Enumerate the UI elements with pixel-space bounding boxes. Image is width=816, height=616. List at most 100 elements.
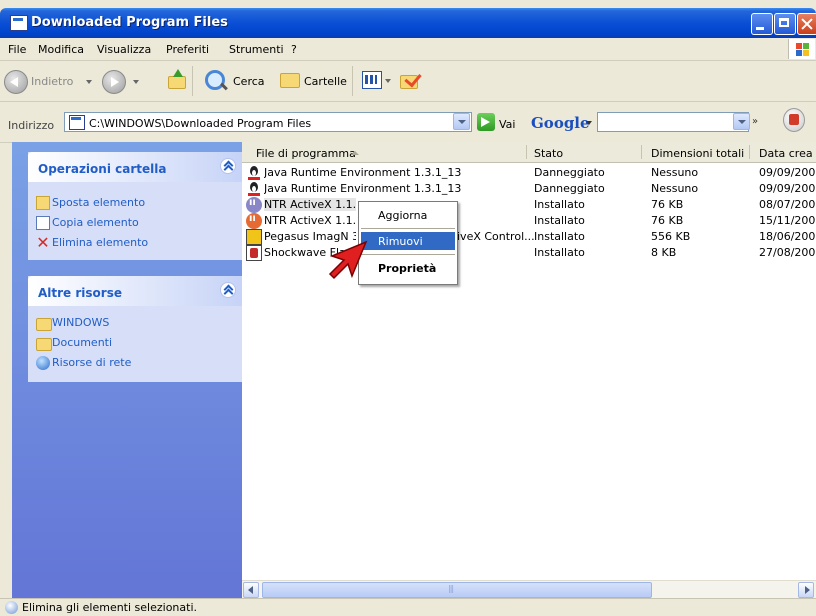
horizontal-scrollbar[interactable] bbox=[242, 580, 816, 599]
row-status: Installato bbox=[534, 198, 585, 211]
toolbar-separator bbox=[192, 66, 193, 96]
toolbar-overflow-icon[interactable]: » bbox=[752, 116, 758, 127]
scroll-thumb[interactable] bbox=[262, 582, 652, 598]
context-menu: Aggiorna Rimuovi Proprietà bbox=[358, 201, 458, 285]
window-title: Downloaded Program Files bbox=[31, 15, 228, 30]
google-input-dropdown-icon[interactable] bbox=[733, 113, 750, 130]
row-name: NTR ActiveX 1.1.4 bbox=[264, 198, 356, 211]
row-name: NTR ActiveX 1.1.6 bbox=[264, 214, 356, 227]
toolbar-extra-icon[interactable] bbox=[783, 108, 805, 132]
copy-icon bbox=[36, 216, 50, 230]
task-pane: Operazioni cartella Sposta elemento Copi… bbox=[12, 142, 244, 598]
task-move-item[interactable]: Sposta elemento bbox=[52, 196, 145, 209]
column-headers: File di programma Stato Dimensioni total… bbox=[242, 142, 816, 163]
minimize-button[interactable] bbox=[751, 13, 773, 35]
back-arrow-icon[interactable] bbox=[4, 70, 28, 94]
folder-check-icon[interactable] bbox=[400, 69, 422, 89]
views-dropdown-icon[interactable] bbox=[385, 79, 391, 83]
context-item-label: Proprietà bbox=[378, 262, 437, 275]
row-size: Nessuno bbox=[651, 166, 699, 179]
context-item-proprieta[interactable]: Proprietà bbox=[361, 259, 455, 277]
table-row[interactable]: NTR ActiveX 1.1.4 Installato 76 KB 08/07… bbox=[242, 197, 816, 213]
search-button[interactable]: Cerca bbox=[233, 75, 265, 88]
row-date: 08/07/200 bbox=[759, 198, 816, 211]
collapse-icon[interactable] bbox=[220, 282, 236, 298]
menu-strumenti[interactable]: Strumenti bbox=[229, 43, 284, 56]
google-search-input[interactable] bbox=[597, 112, 749, 132]
status-bar: Elimina gli elementi selezionati. bbox=[0, 598, 816, 616]
forward-arrow-icon[interactable] bbox=[102, 70, 126, 94]
toolbar-separator bbox=[352, 66, 353, 96]
address-label: Indirizzo bbox=[8, 119, 55, 132]
folders-button[interactable]: Cartelle bbox=[304, 75, 347, 88]
close-button[interactable] bbox=[797, 13, 816, 35]
google-logo[interactable]: Google bbox=[531, 114, 590, 132]
folder-up-icon[interactable] bbox=[166, 69, 186, 89]
row-date: 18/06/200 bbox=[759, 230, 816, 243]
shockwave-icon bbox=[246, 245, 262, 261]
back-dropdown-icon[interactable] bbox=[86, 80, 92, 84]
context-item-aggiorna[interactable]: Aggiorna bbox=[361, 206, 455, 224]
search-icon[interactable] bbox=[205, 70, 225, 90]
column-header-date[interactable]: Data crea bbox=[759, 147, 813, 160]
table-row[interactable]: Java Runtime Environment 1.3.1_13 Danneg… bbox=[242, 181, 816, 197]
back-button[interactable]: Indietro bbox=[31, 75, 73, 88]
task-copy-item[interactable]: Copia elemento bbox=[52, 216, 139, 229]
other-panel-header[interactable]: Altre risorse bbox=[28, 276, 244, 306]
ntr-activex-icon bbox=[246, 213, 262, 229]
column-header-name[interactable]: File di programma bbox=[256, 147, 356, 160]
maximize-button[interactable] bbox=[774, 13, 796, 35]
windows-logo-icon bbox=[788, 39, 815, 59]
row-status: Danneggiato bbox=[534, 166, 605, 179]
column-header-status[interactable]: Stato bbox=[534, 147, 563, 160]
address-dropdown-icon[interactable] bbox=[453, 113, 470, 130]
documents-folder-icon bbox=[36, 338, 52, 351]
row-size: 556 KB bbox=[651, 230, 691, 243]
address-field[interactable]: C:\WINDOWS\Downloaded Program Files bbox=[64, 112, 472, 132]
other-network-link[interactable]: Risorse di rete bbox=[52, 356, 131, 369]
address-path[interactable]: C:\WINDOWS\Downloaded Program Files bbox=[89, 117, 311, 130]
context-separator bbox=[361, 254, 455, 255]
other-documents-link[interactable]: Documenti bbox=[52, 336, 112, 349]
go-button[interactable]: Vai bbox=[499, 118, 515, 131]
forward-dropdown-icon[interactable] bbox=[133, 80, 139, 84]
sort-arrow-icon bbox=[351, 151, 359, 155]
menu-preferiti[interactable]: Preferiti bbox=[166, 43, 209, 56]
table-row[interactable]: Java Runtime Environment 1.3.1_13 Danneg… bbox=[242, 165, 816, 181]
google-dropdown-icon[interactable] bbox=[586, 121, 592, 125]
file-list[interactable]: File di programma Stato Dimensioni total… bbox=[242, 142, 816, 598]
views-icon[interactable] bbox=[362, 71, 382, 89]
other-panel-title[interactable]: Altre risorse bbox=[38, 286, 122, 300]
row-date: 27/08/200 bbox=[759, 246, 816, 259]
menu-file[interactable]: File bbox=[8, 43, 26, 56]
tasks-panel-title[interactable]: Operazioni cartella bbox=[38, 162, 166, 176]
status-text: Elimina gli elementi selezionati. bbox=[22, 601, 198, 614]
title-bar[interactable]: Downloaded Program Files bbox=[0, 8, 816, 38]
other-windows-link[interactable]: WINDOWS bbox=[52, 316, 109, 329]
context-item-rimuovi[interactable]: Rimuovi bbox=[361, 232, 455, 250]
collapse-icon[interactable] bbox=[220, 158, 236, 174]
table-row[interactable]: NTR ActiveX 1.1.6 Installato 76 KB 15/11… bbox=[242, 213, 816, 229]
delete-icon: ✕ bbox=[36, 233, 50, 252]
row-status: Danneggiato bbox=[534, 182, 605, 195]
scroll-right-icon[interactable] bbox=[798, 582, 814, 598]
row-name: Java Runtime Environment 1.3.1_13 bbox=[264, 166, 462, 179]
menu-visualizza[interactable]: Visualizza bbox=[97, 43, 151, 56]
menu-help[interactable]: ? bbox=[291, 43, 297, 56]
scroll-left-icon[interactable] bbox=[243, 582, 259, 598]
row-status: Installato bbox=[534, 214, 585, 227]
window-icon bbox=[10, 15, 28, 31]
context-separator bbox=[361, 228, 455, 229]
explorer-window: Downloaded Program Files File Modifica V… bbox=[0, 0, 816, 616]
task-delete-item[interactable]: Elimina elemento bbox=[52, 236, 148, 249]
go-arrow-icon[interactable] bbox=[477, 113, 495, 131]
tasks-panel-header[interactable]: Operazioni cartella bbox=[28, 152, 244, 182]
move-icon bbox=[36, 196, 50, 210]
menu-modifica[interactable]: Modifica bbox=[38, 43, 84, 56]
ntr-activex-icon bbox=[246, 197, 262, 213]
row-date: 09/09/200 bbox=[759, 182, 816, 195]
column-header-size[interactable]: Dimensioni totali bbox=[651, 147, 744, 160]
java-icon bbox=[246, 181, 262, 197]
status-icon bbox=[5, 601, 18, 614]
folders-icon[interactable] bbox=[280, 73, 300, 88]
